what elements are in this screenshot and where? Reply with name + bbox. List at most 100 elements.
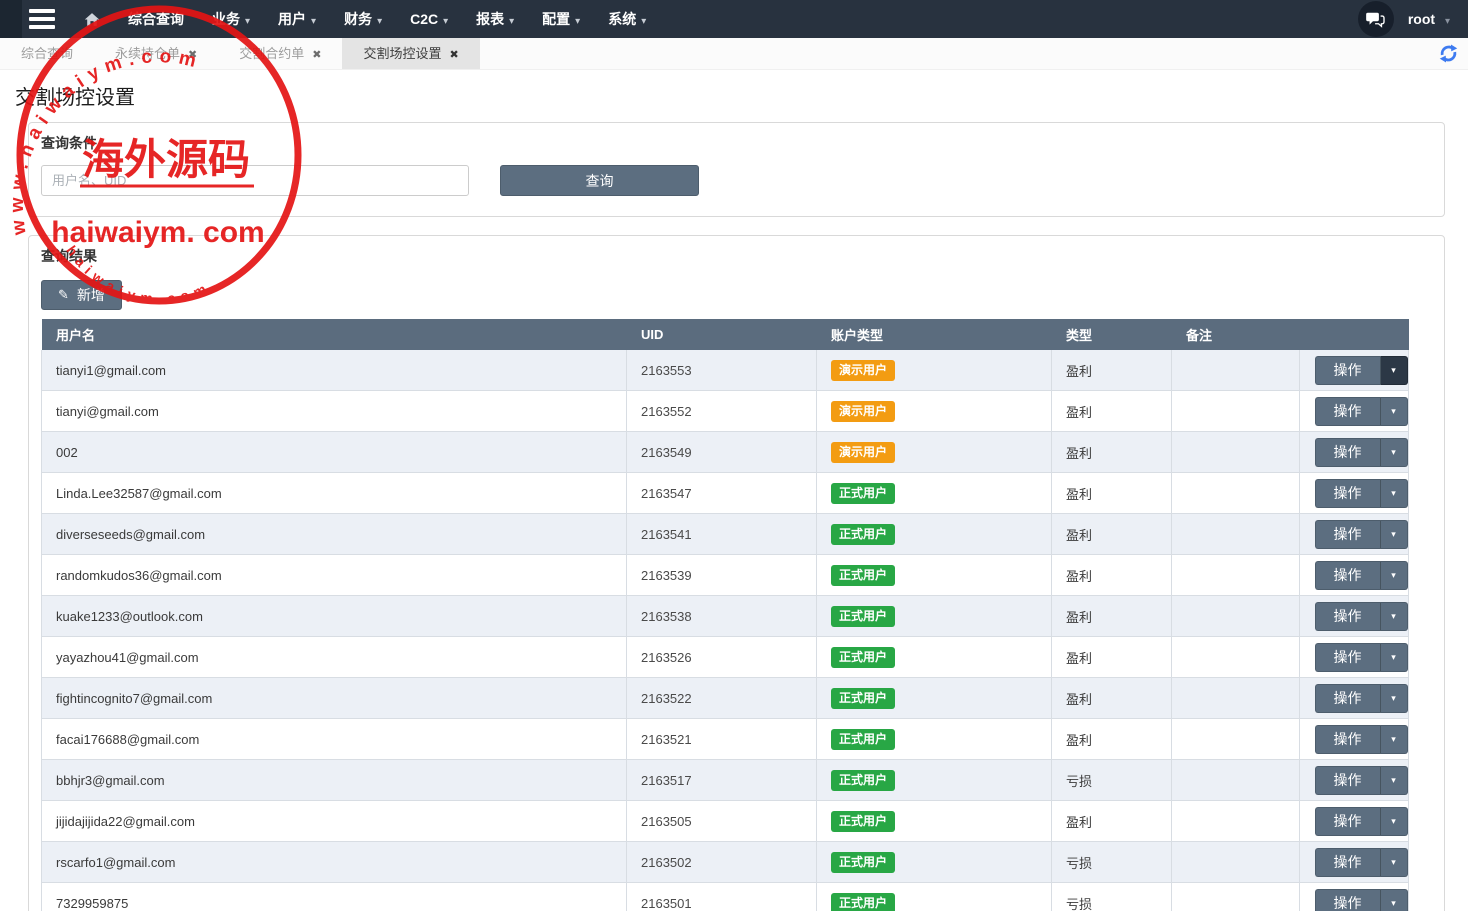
query-conditions-panel: 查询条件 查询 [28,122,1445,217]
action-dropdown-toggle[interactable]: ▾ [1381,602,1408,631]
action-button-group: 操作▾ [1315,356,1408,385]
tab-永续持仓单[interactable]: 永续持仓单✖ [94,38,218,69]
nav-item-用户[interactable]: 用户▾ [264,0,330,38]
account-type-badge: 正式用户 [831,606,895,627]
table-row: kuake1233@outlook.com2163538正式用户盈利操作▾ [42,596,1409,637]
action-button[interactable]: 操作 [1315,561,1381,590]
cell-username: facai176688@gmail.com [42,719,627,760]
cell-type: 盈利 [1052,801,1172,842]
column-header: 账户类型 [817,319,1052,350]
action-button[interactable]: 操作 [1315,356,1381,385]
cell-username: rscarfo1@gmail.com [42,842,627,883]
close-icon[interactable]: ✖ [188,49,197,61]
account-type-badge: 正式用户 [831,770,895,791]
action-button[interactable]: 操作 [1315,889,1381,911]
search-input[interactable] [41,165,469,196]
nav-item-业务[interactable]: 业务▾ [198,0,264,38]
cell-remark [1172,801,1300,842]
chevron-down-icon: ▾ [311,16,316,27]
cell-account-type: 正式用户 [817,514,1052,555]
nav-item-报表[interactable]: 报表▾ [462,0,528,38]
cell-actions: 操作▾ [1300,432,1409,473]
tab-交割场控设置[interactable]: 交割场控设置✖ [342,38,479,69]
tab-综合查询[interactable]: 综合查询 [0,38,94,69]
action-button[interactable]: 操作 [1315,643,1381,672]
account-type-badge: 正式用户 [831,852,895,873]
action-dropdown-toggle[interactable]: ▾ [1381,766,1408,795]
cell-actions: 操作▾ [1300,760,1409,801]
cell-type: 盈利 [1052,596,1172,637]
top-navbar: 综合查询业务▾用户▾财务▾C2C▾报表▾配置▾系统▾ root ▾ [0,0,1468,38]
table-row: 73299598752163501正式用户亏损操作▾ [42,883,1409,911]
cell-account-type: 正式用户 [817,637,1052,678]
cell-username: 7329959875 [42,883,627,911]
action-button-group: 操作▾ [1315,479,1408,508]
cell-uid: 2163521 [627,719,817,760]
action-dropdown-toggle[interactable]: ▾ [1381,520,1408,549]
cell-type: 盈利 [1052,719,1172,760]
cell-account-type: 正式用户 [817,473,1052,514]
nav-item-C2C[interactable]: C2C▾ [396,0,462,38]
nav-item-综合查询[interactable]: 综合查询 [114,0,198,38]
cell-uid: 2163553 [627,350,817,391]
cell-remark [1172,637,1300,678]
cell-account-type: 正式用户 [817,801,1052,842]
action-dropdown-toggle[interactable]: ▾ [1381,561,1408,590]
table-row: yayazhou41@gmail.com2163526正式用户盈利操作▾ [42,637,1409,678]
action-dropdown-toggle[interactable]: ▾ [1381,479,1408,508]
close-icon[interactable]: ✖ [312,49,321,61]
action-button[interactable]: 操作 [1315,807,1381,836]
home-icon[interactable] [84,12,100,27]
cell-type: 盈利 [1052,514,1172,555]
cell-type: 亏损 [1052,842,1172,883]
column-header [1300,319,1409,350]
action-button[interactable]: 操作 [1315,602,1381,631]
cell-actions: 操作▾ [1300,596,1409,637]
refresh-icon[interactable] [1439,38,1468,69]
action-dropdown-toggle[interactable]: ▾ [1381,397,1408,426]
cell-type: 亏损 [1052,883,1172,911]
action-dropdown-toggle[interactable]: ▾ [1381,807,1408,836]
action-button[interactable]: 操作 [1315,848,1381,877]
action-button[interactable]: 操作 [1315,725,1381,754]
cell-account-type: 正式用户 [817,596,1052,637]
tab-交割合约单[interactable]: 交割合约单✖ [218,38,342,69]
account-type-badge: 正式用户 [831,811,895,832]
cell-username: fightincognito7@gmail.com [42,678,627,719]
action-dropdown-toggle[interactable]: ▾ [1381,684,1408,713]
action-dropdown-toggle[interactable]: ▾ [1381,438,1408,467]
content-area: 查询条件 查询 查询结果 ✎ 新增 用户名UID账户类型类型备注 tianyi1… [0,122,1468,911]
cell-remark [1172,883,1300,911]
pencil-icon: ✎ [58,287,69,303]
action-button[interactable]: 操作 [1315,684,1381,713]
table-row: randomkudos36@gmail.com2163539正式用户盈利操作▾ [42,555,1409,596]
cell-actions: 操作▾ [1300,883,1409,911]
action-button[interactable]: 操作 [1315,397,1381,426]
action-dropdown-toggle[interactable]: ▾ [1381,889,1408,911]
action-button-group: 操作▾ [1315,889,1408,911]
search-button[interactable]: 查询 [500,165,699,196]
cell-uid: 2163547 [627,473,817,514]
cell-uid: 2163552 [627,391,817,432]
cell-username: 002 [42,432,627,473]
action-dropdown-toggle[interactable]: ▾ [1381,848,1408,877]
action-button[interactable]: 操作 [1315,766,1381,795]
nav-item-财务[interactable]: 财务▾ [330,0,396,38]
nav-item-系统[interactable]: 系统▾ [594,0,660,38]
action-button[interactable]: 操作 [1315,438,1381,467]
user-menu[interactable]: root ▾ [1408,11,1450,27]
close-icon[interactable]: ✖ [450,49,459,61]
menu-hamburger-icon[interactable] [22,0,62,38]
cell-username: tianyi1@gmail.com [42,350,627,391]
cell-uid: 2163541 [627,514,817,555]
action-dropdown-toggle[interactable]: ▾ [1381,725,1408,754]
cell-uid: 2163522 [627,678,817,719]
add-button[interactable]: ✎ 新增 [41,280,122,310]
chat-icon[interactable] [1358,1,1394,37]
action-dropdown-toggle[interactable]: ▾ [1381,356,1408,385]
action-button[interactable]: 操作 [1315,520,1381,549]
cell-remark [1172,514,1300,555]
nav-item-配置[interactable]: 配置▾ [528,0,594,38]
action-button[interactable]: 操作 [1315,479,1381,508]
action-dropdown-toggle[interactable]: ▾ [1381,643,1408,672]
